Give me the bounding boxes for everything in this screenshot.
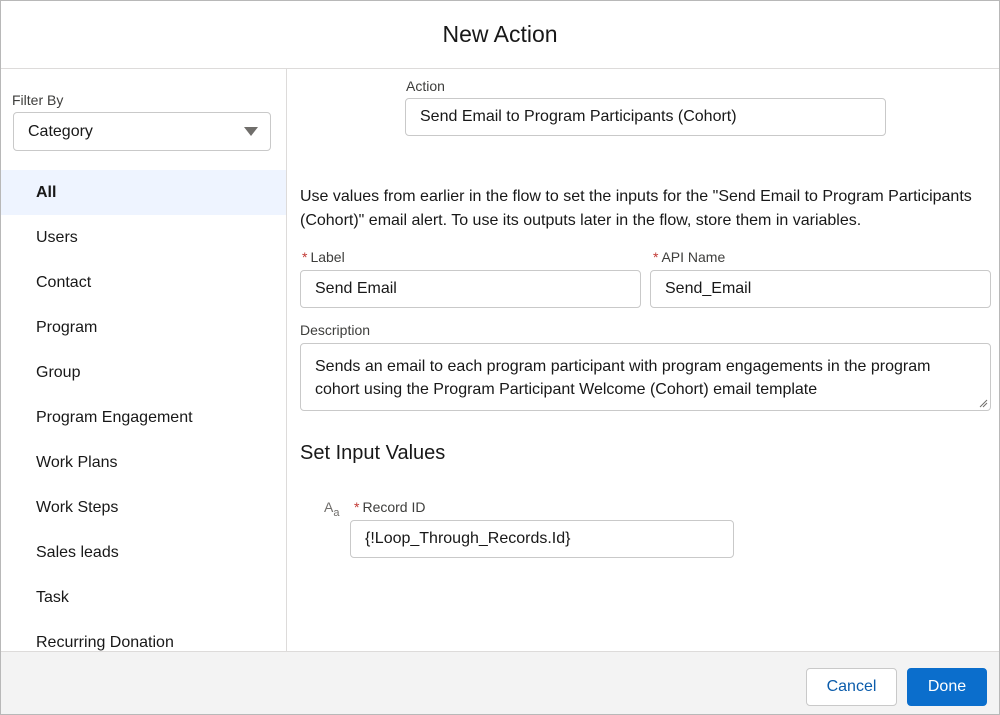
api-name-field-label: * API Name	[653, 249, 726, 265]
modal-header: New Action	[1, 1, 999, 69]
action-detail-panel: Action Send Email to Program Participant…	[288, 69, 999, 651]
text-type-icon: Aa	[324, 499, 340, 519]
description-textarea-value: Sends an email to each program participa…	[315, 358, 931, 398]
description-textarea[interactable]: Sends an email to each program participa…	[300, 343, 991, 411]
category-item-contact[interactable]: Contact	[1, 260, 286, 305]
modal-footer: Cancel Done	[1, 651, 999, 714]
category-item-work-plans[interactable]: Work Plans	[1, 440, 286, 485]
required-marker: *	[354, 499, 360, 515]
label-input[interactable]: Send Email	[300, 270, 641, 308]
category-item-task[interactable]: Task	[1, 575, 286, 620]
sidebar: Filter By Category All Users Contact Pro…	[1, 69, 287, 651]
api-name-input[interactable]: Send_Email	[650, 270, 991, 308]
done-button[interactable]: Done	[907, 668, 987, 706]
modal-title: New Action	[442, 21, 558, 47]
label-input-value: Send Email	[315, 280, 397, 297]
filter-by-label: Filter By	[12, 92, 64, 108]
category-item-work-steps[interactable]: Work Steps	[1, 485, 286, 530]
action-lookup-value: Send Email to Program Participants (Coho…	[420, 108, 737, 125]
category-filter-value: Category	[28, 122, 93, 140]
category-item-group[interactable]: Group	[1, 350, 286, 395]
label-field-label: * Label	[302, 249, 345, 265]
action-label: Action	[406, 78, 445, 94]
description-field-label: Description	[300, 322, 371, 338]
resize-handle-icon[interactable]	[979, 399, 988, 408]
set-input-values-heading: Set Input Values	[300, 442, 446, 464]
category-item-program-engagement[interactable]: Program Engagement	[1, 395, 286, 440]
cancel-button[interactable]: Cancel	[806, 668, 897, 706]
caret-down-icon	[244, 127, 258, 136]
category-item-program[interactable]: Program	[1, 305, 286, 350]
record-id-input-value: {!Loop_Through_Records.Id}	[365, 530, 571, 547]
required-marker: *	[302, 249, 308, 265]
action-lookup-input[interactable]: Send Email to Program Participants (Coho…	[405, 98, 886, 136]
category-item-all[interactable]: All	[1, 170, 286, 215]
help-text: Use values from earlier in the flow to s…	[300, 188, 972, 229]
category-item-recurring-donation[interactable]: Recurring Donation	[1, 620, 286, 651]
category-list: All Users Contact Program Group Program …	[1, 170, 286, 651]
record-id-input[interactable]: {!Loop_Through_Records.Id}	[350, 520, 734, 558]
new-action-modal: New Action Filter By Category All Users …	[0, 0, 1000, 715]
api-name-input-value: Send_Email	[665, 280, 752, 297]
category-item-users[interactable]: Users	[1, 215, 286, 260]
required-marker: *	[653, 249, 659, 265]
category-filter-select[interactable]: Category	[13, 112, 271, 151]
record-id-field-label: * Record ID	[354, 499, 426, 515]
category-item-sales-leads[interactable]: Sales leads	[1, 530, 286, 575]
